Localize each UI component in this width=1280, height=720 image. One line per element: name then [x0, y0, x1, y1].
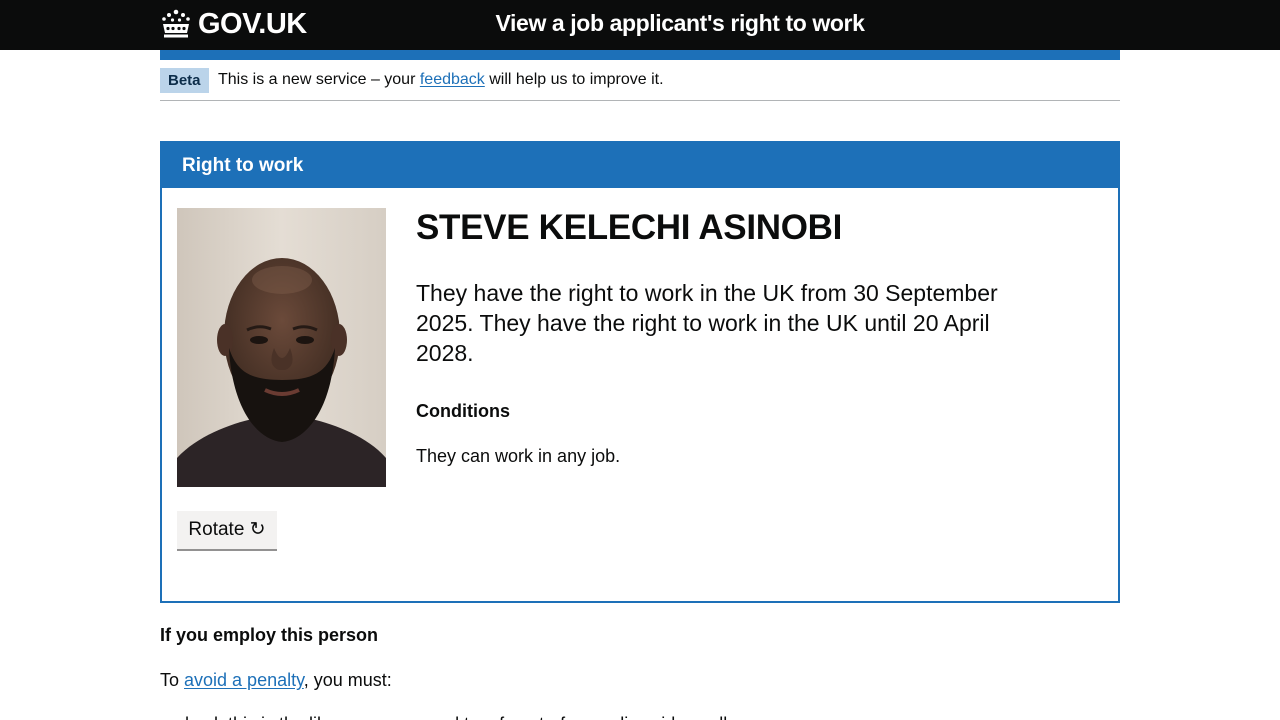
conditions-heading: Conditions	[416, 401, 510, 421]
rotate-button[interactable]: Rotate ↻	[177, 511, 277, 551]
service-name-link[interactable]: View a job applicant's right to work	[440, 10, 920, 37]
beta-tag: Beta	[160, 68, 209, 93]
conditions-text: They can work in any job.	[416, 446, 621, 466]
penalty-text-after: , you must:	[303, 670, 392, 690]
logo-text: GOV.UK	[198, 7, 307, 40]
header-blue-strip	[160, 50, 1120, 60]
applicant-name: STEVE KELECHI ASINOBI	[416, 208, 843, 247]
phase-banner: Beta This is a new service – your feedba…	[160, 60, 1120, 101]
penalty-paragraph: To avoid a penalty, you must:	[160, 668, 392, 692]
avoid-penalty-link[interactable]: avoid a penalty	[184, 670, 304, 690]
employer-checklist-item: check this is the likeness compared to a…	[176, 712, 727, 720]
panel-title: Right to work	[182, 155, 304, 176]
panel-header: Right to work	[162, 143, 1118, 188]
govuk-logo-link[interactable]: GOV.UK	[160, 6, 307, 42]
applicant-photo	[177, 208, 386, 487]
right-to-work-summary: They have the right to work in the UK fr…	[416, 280, 998, 366]
penalty-text-before: To	[160, 670, 185, 690]
employ-heading: If you employ this person	[160, 625, 379, 645]
phase-banner-text: This is a new service – your feedback wi…	[218, 70, 664, 90]
phase-text-after: will help us to improve it.	[484, 71, 664, 88]
feedback-link[interactable]: feedback	[420, 71, 485, 88]
right-to-work-panel: Right to work Rotate ↻ STEVE KELECHI ASI…	[160, 141, 1120, 603]
crown-icon	[160, 9, 192, 39]
site-header: GOV.UK View a job applicant's right to w…	[0, 0, 1280, 50]
phase-text-before: This is a new service – your	[218, 71, 420, 88]
